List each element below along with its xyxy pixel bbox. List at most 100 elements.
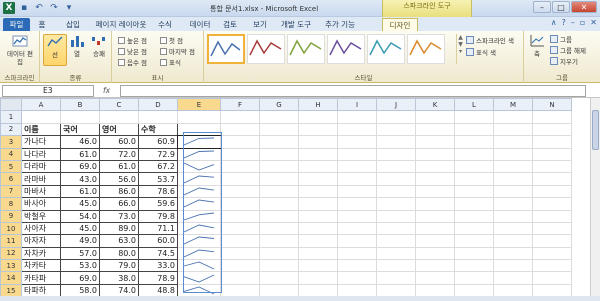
cell[interactable] [259, 221, 299, 236]
column-header-f[interactable]: F [220, 98, 260, 112]
sparkline-cell[interactable] [176, 134, 222, 150]
cell[interactable] [220, 197, 260, 211]
cell[interactable] [259, 122, 299, 137]
workbook-minimize-icon[interactable]: – [571, 18, 575, 27]
last-point-checkbox[interactable]: 마지막 점 [160, 46, 195, 56]
cell[interactable] [376, 172, 416, 186]
cell[interactable] [259, 135, 299, 149]
cell[interactable] [454, 283, 494, 296]
cell[interactable] [376, 184, 416, 199]
cell[interactable]: 61.0 [60, 147, 100, 161]
style-option-3[interactable] [287, 34, 325, 64]
cell[interactable] [298, 110, 338, 124]
cell[interactable] [220, 184, 260, 199]
cell[interactable] [177, 110, 221, 124]
column-header-a[interactable]: A [21, 98, 61, 112]
cell[interactable] [532, 184, 572, 199]
column-header-n[interactable]: N [532, 98, 572, 112]
cell[interactable] [337, 271, 377, 285]
cell[interactable] [337, 197, 377, 211]
cell[interactable]: 72.0 [99, 147, 139, 161]
cell[interactable] [259, 246, 299, 261]
sparkline-cell[interactable] [177, 234, 221, 248]
row-header[interactable]: 12 [0, 246, 22, 261]
first-point-checkbox[interactable]: 첫 점 [160, 35, 183, 45]
cell[interactable] [337, 246, 377, 261]
cell[interactable] [376, 234, 416, 248]
cell[interactable]: 마바사 [21, 184, 61, 199]
cell[interactable] [376, 135, 416, 149]
cell[interactable] [259, 147, 299, 161]
row-header[interactable]: 4 [0, 147, 22, 161]
sparkline-cell[interactable] [177, 147, 221, 161]
gallery-scroll-buttons[interactable]: ▲ ▼ ▾ [456, 34, 464, 64]
row-header[interactable]: 8 [0, 197, 22, 211]
cell[interactable] [415, 221, 455, 236]
cell[interactable] [454, 147, 494, 161]
sparkline-cell[interactable] [177, 197, 221, 211]
cell[interactable]: 54.0 [60, 209, 100, 223]
cell[interactable] [493, 110, 533, 124]
sparkline-cell[interactable] [177, 159, 221, 174]
cell[interactable] [493, 283, 533, 296]
row-header[interactable]: 7 [0, 184, 22, 199]
cell[interactable]: 58.0 [60, 283, 100, 296]
formula-input[interactable] [120, 85, 586, 97]
cell[interactable]: 라마바 [21, 172, 61, 186]
column-header-h[interactable]: H [298, 98, 338, 112]
sparkline-cell[interactable] [177, 246, 221, 261]
cell[interactable] [493, 271, 533, 285]
cell[interactable] [376, 283, 416, 296]
minimize-ribbon-icon[interactable]: ∧ [551, 18, 557, 27]
vertical-scrollbar[interactable] [590, 98, 600, 296]
cell[interactable]: 수학 [138, 122, 178, 137]
cell[interactable] [298, 135, 338, 149]
cell[interactable] [259, 209, 299, 223]
cell[interactable] [298, 246, 338, 261]
cell[interactable]: 72.9 [138, 147, 178, 161]
cell[interactable]: 61.0 [60, 184, 100, 199]
cell[interactable] [415, 283, 455, 296]
cell[interactable] [532, 221, 572, 236]
save-icon[interactable]: ▪ [18, 2, 30, 14]
maximize-button[interactable]: □ [552, 1, 570, 13]
undo-icon[interactable]: ↶ [33, 2, 45, 14]
cell[interactable]: 60.0 [138, 234, 178, 248]
cell[interactable] [415, 197, 455, 211]
cell[interactable] [532, 172, 572, 186]
cell[interactable] [298, 259, 338, 273]
cell[interactable] [298, 172, 338, 186]
close-button[interactable]: ✕ [571, 1, 597, 13]
cell[interactable] [454, 259, 494, 273]
cell[interactable]: 61.0 [99, 159, 139, 174]
cell[interactable]: 57.0 [60, 246, 100, 261]
cell[interactable] [376, 122, 416, 137]
cell[interactable]: 79.0 [99, 259, 139, 273]
cell[interactable] [493, 197, 533, 211]
cell[interactable] [454, 172, 494, 186]
cell[interactable] [532, 271, 572, 285]
tab-insert[interactable]: 삽입 [62, 18, 84, 31]
sparkline-cell[interactable] [177, 271, 221, 285]
markers-checkbox[interactable]: 표식 [160, 57, 181, 67]
cell[interactable]: 박철우 [21, 209, 61, 223]
cell[interactable] [454, 184, 494, 199]
column-header-e[interactable]: E [177, 98, 221, 112]
cell[interactable]: 나다라 [21, 147, 61, 161]
cell[interactable] [415, 147, 455, 161]
tab-add-ins[interactable]: 추가 기능 [322, 18, 358, 31]
cell[interactable] [454, 159, 494, 174]
cell[interactable]: 89.0 [99, 221, 139, 236]
cell[interactable]: 60.9 [138, 135, 178, 149]
cell[interactable]: 63.0 [99, 234, 139, 248]
cell[interactable] [298, 271, 338, 285]
cell[interactable] [376, 147, 416, 161]
tab-formulas[interactable]: 수식 [155, 18, 175, 31]
cell[interactable] [376, 110, 416, 124]
cell[interactable] [415, 209, 455, 223]
cell[interactable] [21, 110, 61, 124]
cell[interactable]: 73.0 [99, 209, 139, 223]
row-header[interactable]: 15 [0, 283, 22, 296]
cell[interactable] [298, 147, 338, 161]
tab-developer[interactable]: 개발 도구 [279, 18, 313, 31]
